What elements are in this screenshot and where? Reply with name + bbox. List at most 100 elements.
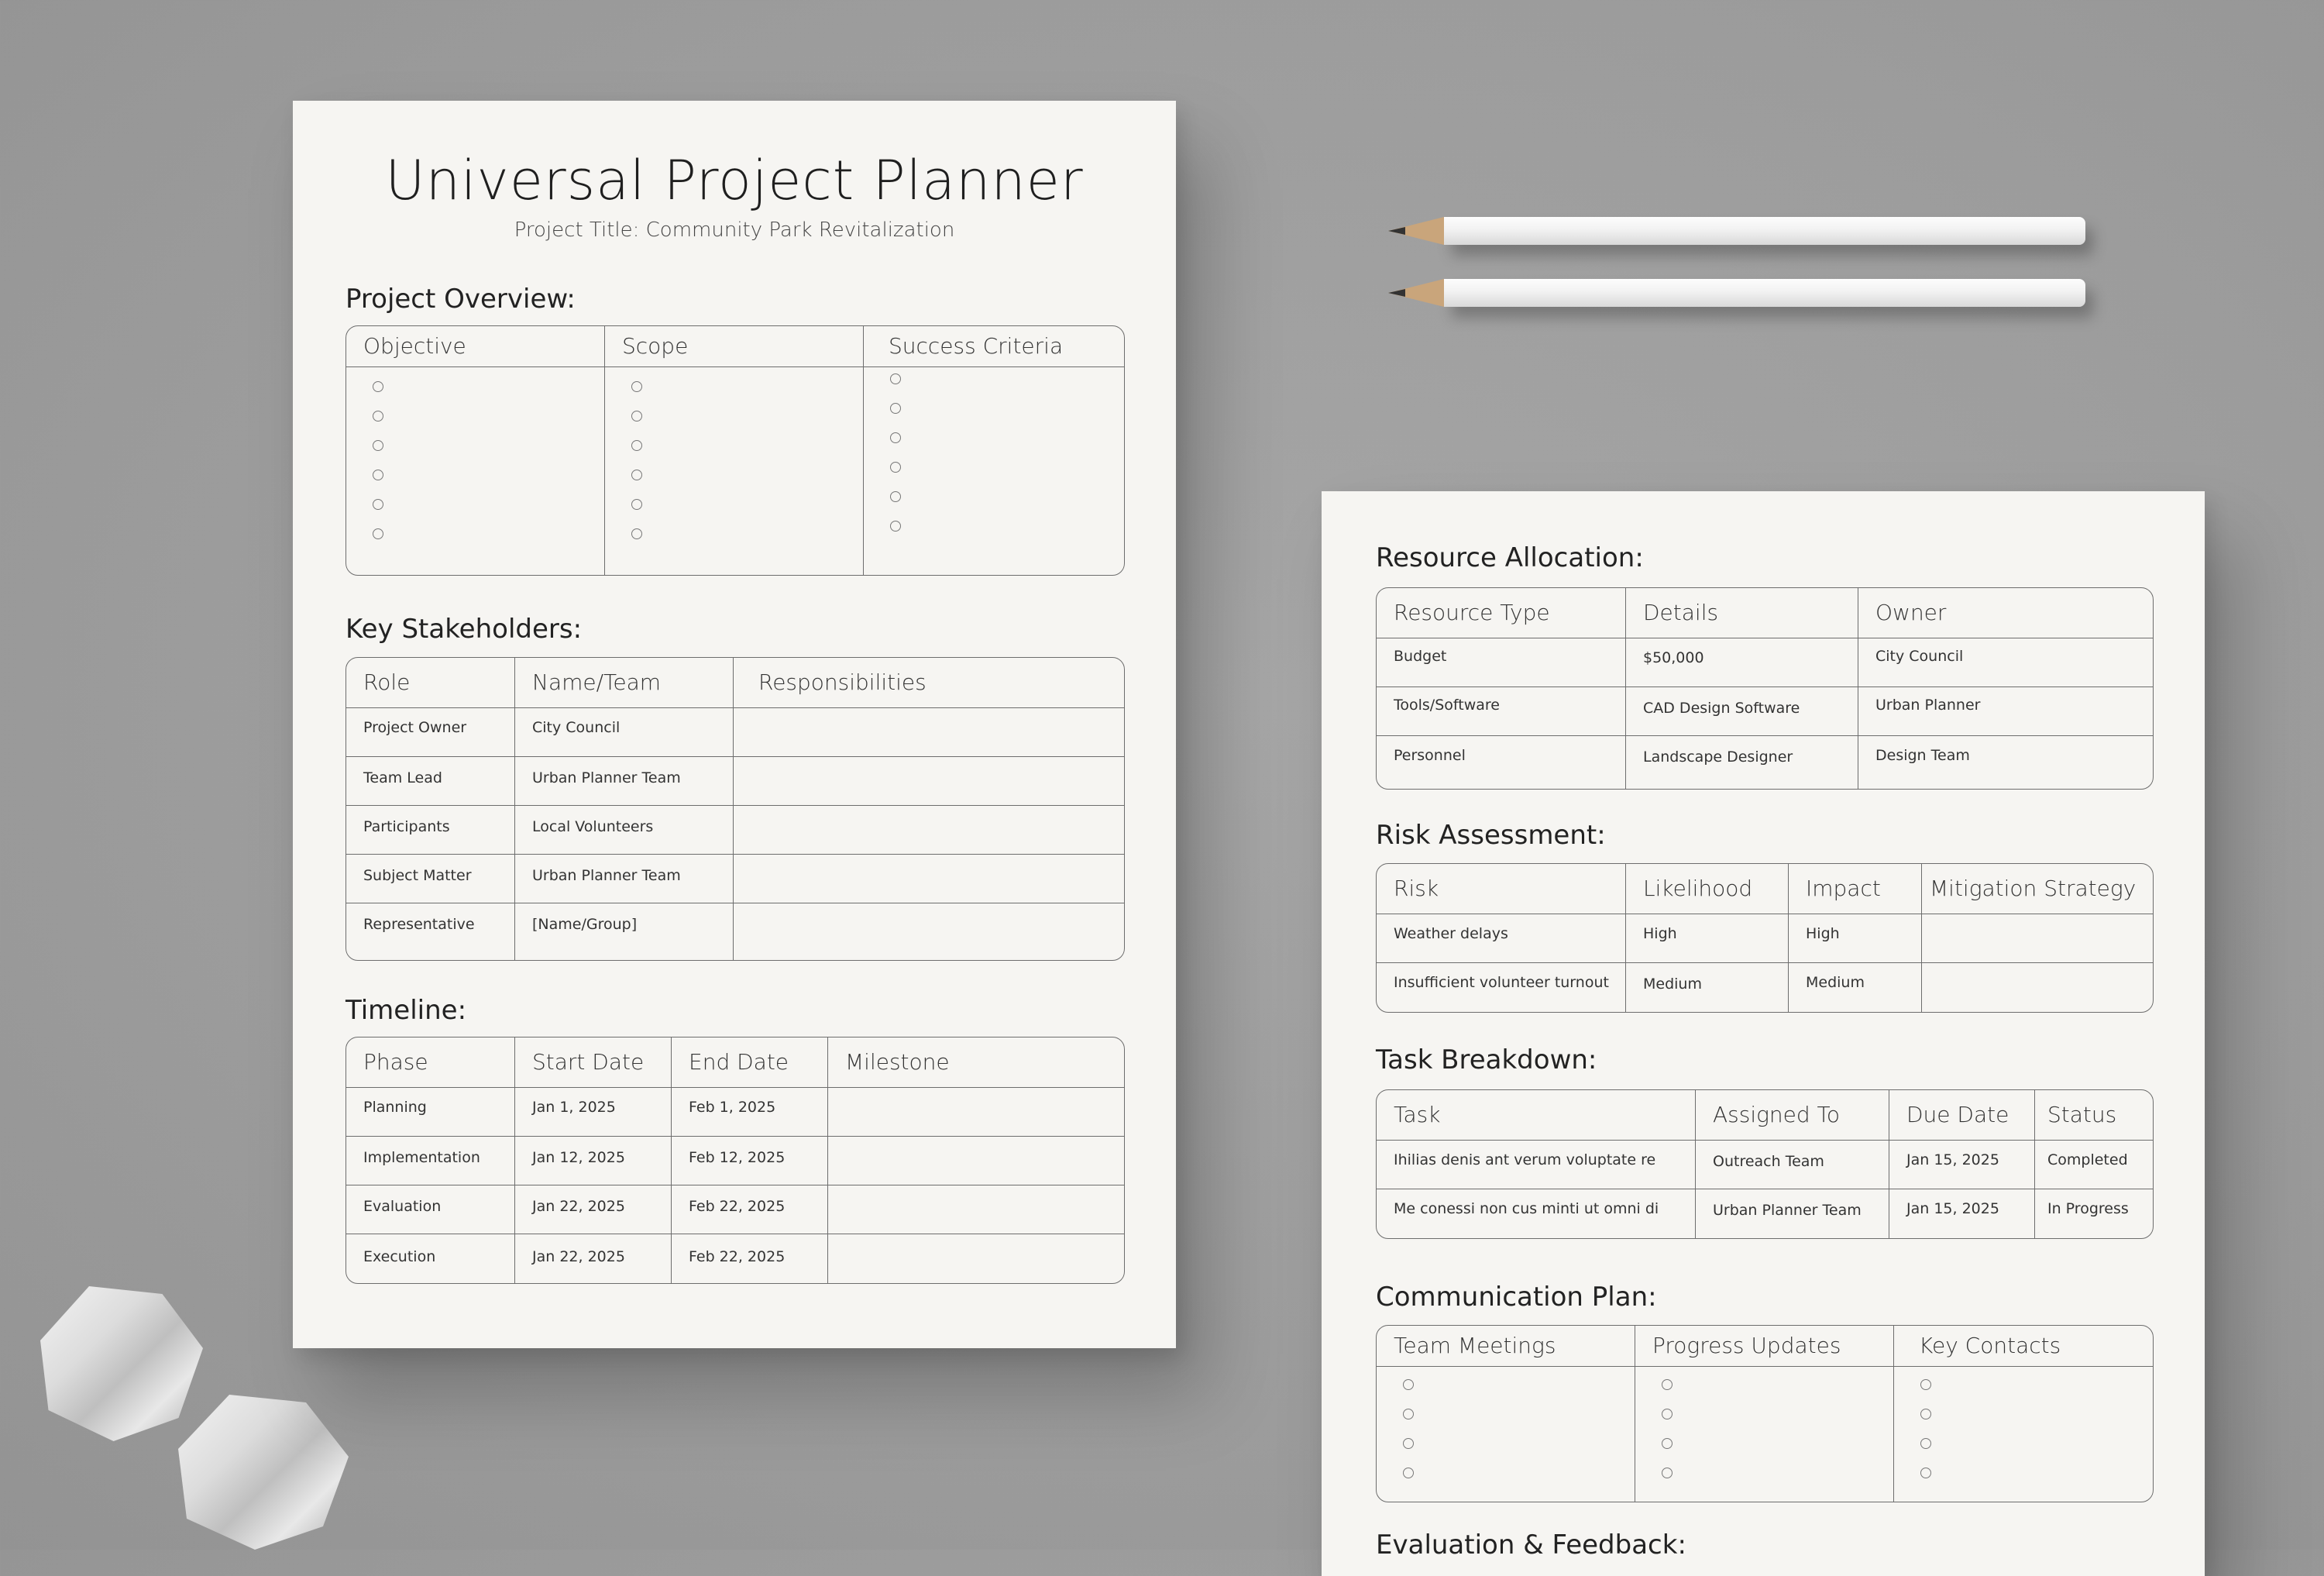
checkbox-circle[interactable] — [1403, 1438, 1414, 1449]
checkbox-circle[interactable] — [1920, 1438, 1931, 1449]
scope-checklist — [605, 367, 864, 575]
end-date-cell: Feb 22, 2025 — [672, 1185, 828, 1234]
resource-type-cell: Budget — [1377, 638, 1626, 687]
table-row: Team Lead Urban Planner Team — [346, 757, 1124, 806]
tasks-header-row: Task Assigned To Due Date Status — [1377, 1090, 2153, 1141]
checkbox-circle[interactable] — [1403, 1379, 1414, 1390]
risks-header-row: Risk Likelihood Impact Mitigation Strate… — [1377, 864, 2153, 914]
milestone-cell[interactable] — [828, 1088, 1124, 1137]
checkbox-circle[interactable] — [373, 470, 383, 480]
pencil-top — [1388, 217, 2085, 245]
checkbox-circle[interactable] — [1662, 1409, 1673, 1419]
details-cell: CAD Design Software — [1626, 687, 1858, 736]
col-name-team: Name/Team — [515, 658, 734, 708]
checkbox-circle[interactable] — [1920, 1379, 1931, 1390]
table-row: Tools/Software CAD Design Software Urban… — [1377, 687, 2153, 736]
checkbox-circle[interactable] — [890, 373, 901, 384]
checkbox-circle[interactable] — [890, 491, 901, 502]
likelihood-cell: Medium — [1626, 963, 1789, 1012]
owner-cell: City Council — [1858, 638, 2153, 687]
milestone-cell[interactable] — [828, 1234, 1124, 1283]
role-cell: Representative — [346, 903, 515, 960]
checkbox-circle[interactable] — [631, 381, 642, 392]
pencil-bottom — [1388, 279, 2085, 307]
milestone-cell[interactable] — [828, 1185, 1124, 1234]
responsibilities-cell[interactable] — [734, 903, 1124, 960]
col-milestone: Milestone — [828, 1037, 1124, 1088]
checkbox-circle[interactable] — [631, 411, 642, 422]
checkbox-circle[interactable] — [631, 440, 642, 451]
status-badge: In Progress — [2047, 1200, 2129, 1217]
table-row: Execution Jan 22, 2025 Feb 22, 2025 — [346, 1234, 1124, 1283]
task-cell: Ihilias denis ant verum voluptate re — [1377, 1141, 1696, 1189]
mitigation-cell[interactable] — [1922, 914, 2153, 963]
details-cell: $50,000 — [1626, 638, 1858, 687]
checkbox-circle[interactable] — [890, 521, 901, 532]
col-status: Status — [2035, 1090, 2153, 1141]
checkbox-circle[interactable] — [373, 411, 383, 422]
resources-header-row: Resource Type Details Owner — [1377, 588, 2153, 638]
due-date-cell: Jan 15, 2025 — [1889, 1189, 2035, 1238]
col-success-criteria: Success Criteria — [864, 326, 1124, 367]
table-row: Participants Local Volunteers — [346, 806, 1124, 855]
resources-heading: Resource Allocation: — [1376, 542, 1644, 573]
col-mitigation-strategy: Mitigation Strategy — [1922, 864, 2153, 914]
table-row: Weather delays High High — [1377, 914, 2153, 963]
checkbox-circle[interactable] — [890, 403, 901, 414]
end-date-cell: Feb 12, 2025 — [672, 1137, 828, 1185]
overview-table: Objective Scope Success Criteria — [346, 325, 1125, 576]
communication-header-row: Team Meetings Progress Updates Key Conta… — [1377, 1326, 2153, 1367]
resources-table: Resource Type Details Owner Budget $50,0… — [1376, 587, 2154, 790]
checkbox-circle[interactable] — [1920, 1409, 1931, 1419]
table-row: Ihilias denis ant verum voluptate re Out… — [1377, 1141, 2153, 1189]
table-row: Personnel Landscape Designer Design Team — [1377, 736, 2153, 789]
stakeholders-heading: Key Stakeholders: — [346, 614, 583, 645]
checkbox-circle[interactable] — [1662, 1438, 1673, 1449]
role-cell: Subject Matter — [346, 855, 515, 903]
responsibilities-cell[interactable] — [734, 806, 1124, 855]
project-title: Project Title: Community Park Revitaliza… — [514, 219, 955, 242]
checkbox-circle[interactable] — [1403, 1468, 1414, 1478]
checkbox-circle[interactable] — [1662, 1379, 1673, 1390]
responsibilities-cell[interactable] — [734, 855, 1124, 903]
task-cell: Me conessi non cus minti ut omni di — [1377, 1189, 1696, 1238]
checkbox-circle[interactable] — [890, 462, 901, 473]
checkbox-circle[interactable] — [1403, 1409, 1414, 1419]
phase-cell: Planning — [346, 1088, 515, 1137]
checkbox-circle[interactable] — [631, 470, 642, 480]
col-due-date: Due Date — [1889, 1090, 2035, 1141]
risks-heading: Risk Assessment: — [1376, 820, 1606, 851]
col-progress-updates: Progress Updates — [1635, 1326, 1894, 1367]
checkbox-circle[interactable] — [631, 499, 642, 510]
mitigation-cell[interactable] — [1922, 963, 2153, 1012]
checkbox-circle[interactable] — [631, 528, 642, 539]
checkbox-circle[interactable] — [373, 499, 383, 510]
timeline-header-row: Phase Start Date End Date Milestone — [346, 1037, 1124, 1088]
start-date-cell: Jan 22, 2025 — [515, 1185, 672, 1234]
responsibilities-cell[interactable] — [734, 757, 1124, 806]
col-responsibilities: Responsibilities — [734, 658, 1124, 708]
checkbox-circle[interactable] — [373, 381, 383, 392]
risks-table: Risk Likelihood Impact Mitigation Strate… — [1376, 863, 2154, 1013]
assigned-cell: Outreach Team — [1696, 1141, 1889, 1189]
col-assigned-to: Assigned To — [1696, 1090, 1889, 1141]
marble-stone-2 — [178, 1395, 349, 1550]
phase-cell: Evaluation — [346, 1185, 515, 1234]
checkbox-circle[interactable] — [1662, 1468, 1673, 1478]
responsibilities-cell[interactable] — [734, 708, 1124, 757]
role-cell: Team Lead — [346, 757, 515, 806]
resource-type-cell: Tools/Software — [1377, 687, 1626, 736]
phase-cell: Implementation — [346, 1137, 515, 1185]
milestone-cell[interactable] — [828, 1137, 1124, 1185]
col-key-contacts: Key Contacts — [1894, 1326, 2153, 1367]
communication-heading: Communication Plan: — [1376, 1282, 1657, 1313]
start-date-cell: Jan 22, 2025 — [515, 1234, 672, 1283]
marble-stone-1 — [40, 1286, 203, 1441]
planner-title: Universal Project Planner — [385, 149, 1084, 212]
checkbox-circle[interactable] — [1920, 1468, 1931, 1478]
checkbox-circle[interactable] — [373, 440, 383, 451]
tasks-table: Task Assigned To Due Date Status Ihilias… — [1376, 1089, 2154, 1239]
checkbox-circle[interactable] — [373, 528, 383, 539]
checkbox-circle[interactable] — [890, 432, 901, 443]
start-date-cell: Jan 1, 2025 — [515, 1088, 672, 1137]
